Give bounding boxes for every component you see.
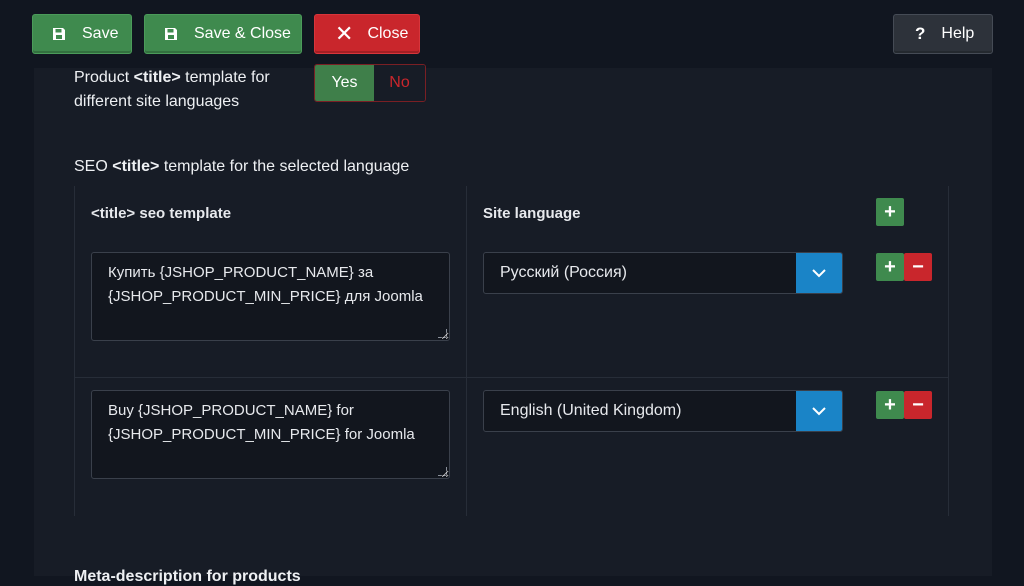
chevron-down-icon[interactable] xyxy=(796,253,842,293)
help-button[interactable]: ? Help xyxy=(893,14,993,54)
toggle-no-option[interactable]: No xyxy=(374,65,425,101)
save-button[interactable]: Save xyxy=(32,14,132,54)
toolbar: Save Save & Close ✕ Close ? Help xyxy=(0,0,1024,68)
table-row-divider xyxy=(74,377,948,378)
save-and-close-button[interactable]: Save & Close xyxy=(144,14,302,54)
resize-handle[interactable] xyxy=(438,329,447,338)
toggle-yes-option[interactable]: Yes xyxy=(315,65,374,101)
meta-description-heading: Meta-description for products xyxy=(74,568,301,585)
save-label: Save xyxy=(82,25,119,42)
chevron-down-icon[interactable] xyxy=(796,391,842,431)
column-header-template: <title> seo template xyxy=(91,205,232,222)
floppy-disk-icon xyxy=(52,27,66,41)
save-and-close-label: Save & Close xyxy=(194,25,291,42)
product-title-template-label: Product <title> template for different s… xyxy=(74,69,270,110)
seo-template-textarea[interactable]: Buy {JSHOP_PRODUCT_NAME} for {JSHOP_PROD… xyxy=(91,390,450,479)
question-icon: ? xyxy=(915,24,926,43)
column-header-language: Site language xyxy=(483,205,581,222)
add-row-button[interactable]: + xyxy=(876,198,904,226)
remove-row-button[interactable]: − xyxy=(904,391,932,419)
floppy-disk-icon xyxy=(164,27,178,41)
table-border-right xyxy=(948,186,949,516)
help-label: Help xyxy=(941,25,975,42)
add-row-button[interactable]: + xyxy=(876,253,904,281)
close-icon: ✕ xyxy=(335,21,354,46)
site-language-select[interactable]: Русский (Россия) xyxy=(483,252,843,294)
table-border-left xyxy=(74,186,75,516)
remove-row-button[interactable]: − xyxy=(904,253,932,281)
close-button[interactable]: ✕ Close xyxy=(314,14,420,54)
table-column-divider xyxy=(466,186,467,516)
resize-handle[interactable] xyxy=(438,467,447,476)
add-row-button[interactable]: + xyxy=(876,391,904,419)
seo-template-label: SEO <title> template for the selected la… xyxy=(74,158,410,175)
close-label: Close xyxy=(367,25,409,42)
selected-language: English (United Kingdom) xyxy=(500,402,682,419)
seo-template-textarea[interactable]: Купить {JSHOP_PRODUCT_NAME} за {JSHOP_PR… xyxy=(91,252,450,341)
site-language-select[interactable]: English (United Kingdom) xyxy=(483,390,843,432)
selected-language: Русский (Россия) xyxy=(500,264,627,281)
product-title-toggle: Yes No xyxy=(314,64,426,102)
